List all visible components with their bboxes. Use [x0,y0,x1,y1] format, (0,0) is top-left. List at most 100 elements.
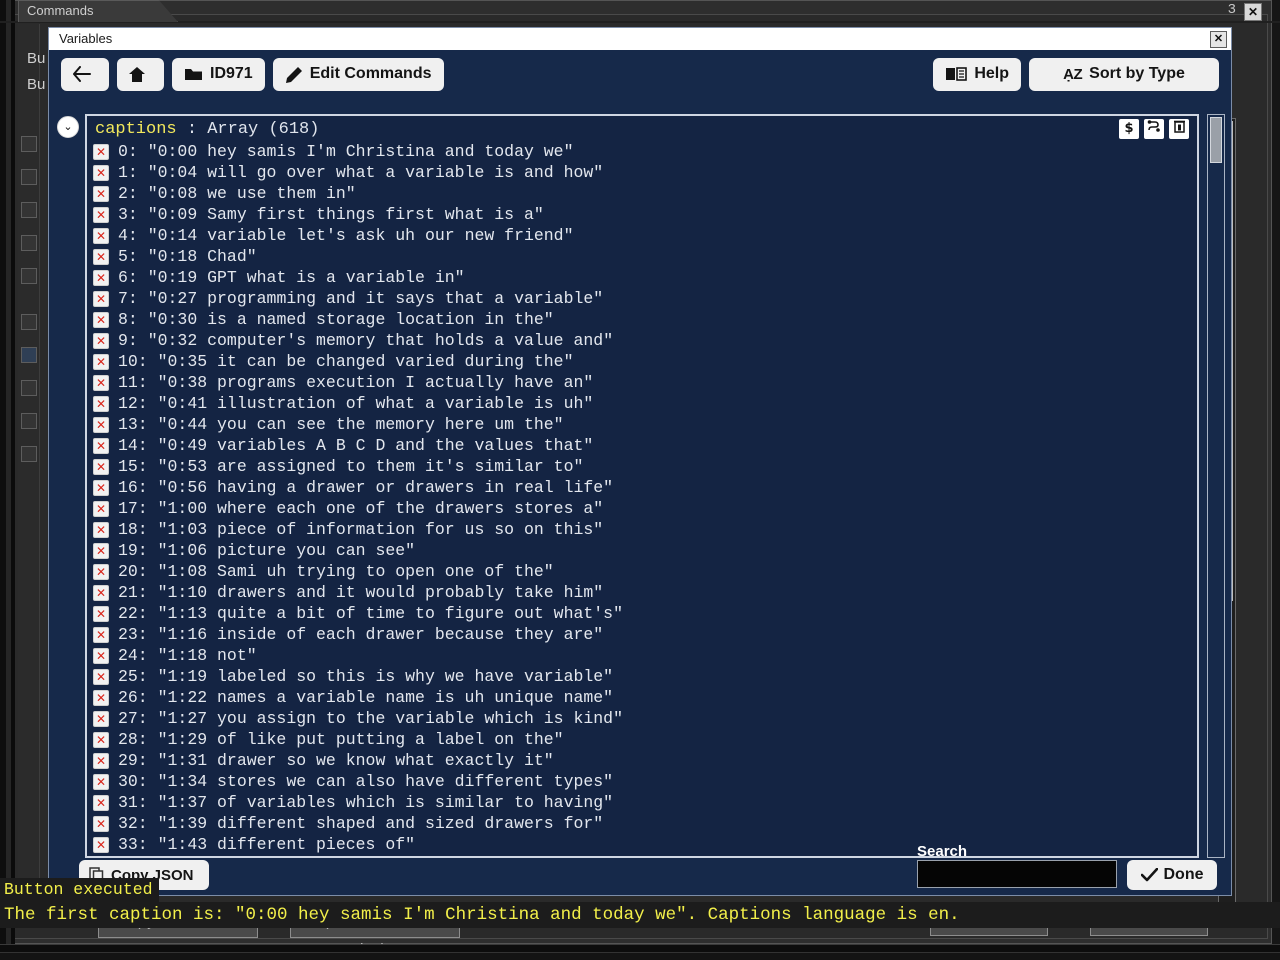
table-row[interactable]: ✕ 29: "1:31 drawer so we know what exactl… [93,750,1197,771]
help-button[interactable]: Help [933,57,1021,91]
delete-row-icon[interactable]: ✕ [93,353,109,370]
delete-row-icon[interactable]: ✕ [93,416,109,433]
delete-row-icon[interactable]: ✕ [93,311,109,328]
delete-row-icon[interactable]: ✕ [93,290,109,307]
delete-row-icon[interactable]: ✕ [93,248,109,265]
rail-icon-2[interactable] [21,169,37,185]
table-row[interactable]: ✕ 19: "1:06 picture you can see" [93,540,1197,561]
folder-button[interactable]: ID971 [172,57,265,91]
table-row[interactable]: ✕ 16: "0:56 having a drawer or drawers in… [93,477,1197,498]
table-row[interactable]: ✕ 4: "0:14 variable let's ask uh our new … [93,225,1197,246]
edit-commands-label: Edit Commands [309,65,432,82]
chevron-down-icon[interactable]: ⌄ [57,116,79,138]
row-text: "0:14 variable let's ask uh our new frie… [147,226,574,245]
delete-row-icon[interactable]: ✕ [93,584,109,601]
table-row[interactable]: ✕ 22: "1:13 quite a bit of time to figure… [93,603,1197,624]
rail-icon-5[interactable] [21,268,37,284]
rail-icon-3[interactable] [21,202,37,218]
delete-row-icon[interactable]: ✕ [93,206,109,223]
delete-row-icon[interactable]: ✕ [93,374,109,391]
table-row[interactable]: ✕ 17: "1:00 where each one of the drawers… [93,498,1197,519]
table-row[interactable]: ✕ 11: "0:38 programs execution I actually… [93,372,1197,393]
table-row[interactable]: ✕ 13: "0:44 you can see the memory here u… [93,414,1197,435]
table-row[interactable]: ✕ 20: "1:08 Sami uh trying to open one of… [93,561,1197,582]
table-row[interactable]: ✕ 10: "0:35 it can be changed varied duri… [93,351,1197,372]
delete-row-icon[interactable]: ✕ [93,500,109,517]
rail-icon-6[interactable] [21,314,37,330]
table-row[interactable]: ✕ 8: "0:30 is a named storage location in… [93,309,1197,330]
table-row[interactable]: ✕ 7: "0:27 programming and it says that a… [93,288,1197,309]
delete-row-icon[interactable]: ✕ [93,269,109,286]
table-row[interactable]: ✕ 2: "0:08 we use them in" [93,183,1197,204]
table-row[interactable]: ✕ 27: "1:27 you assign to the variable wh… [93,708,1197,729]
table-row[interactable]: ✕ 9: "0:32 computer's memory that holds a… [93,330,1197,351]
back-button[interactable] [61,57,109,91]
table-row[interactable]: ✕ 15: "0:53 are assigned to them it's sim… [93,456,1197,477]
rail-icon-10[interactable] [21,446,37,462]
home-button[interactable] [117,57,164,91]
window-close-button[interactable]: ✕ [1244,3,1262,21]
rail-icon-7[interactable] [21,347,37,363]
rail-icon-9[interactable] [21,413,37,429]
delete-row-icon[interactable]: ✕ [93,773,109,790]
delete-row-icon[interactable]: ✕ [93,836,109,853]
row-index: 24: [118,646,158,665]
delete-row-icon[interactable]: ✕ [93,458,109,475]
delete-row-icon[interactable]: ✕ [93,437,109,454]
dialog-scrollbar[interactable] [1207,114,1225,858]
table-row[interactable]: ✕ 12: "0:41 illustration of what a variab… [93,393,1197,414]
delete-row-icon[interactable]: ✕ [93,542,109,559]
table-row[interactable]: ✕ 30: "1:34 stores we can also have diffe… [93,771,1197,792]
table-row[interactable]: ✕ 26: "1:22 names a variable name is uh u… [93,687,1197,708]
rail-icon-4[interactable] [21,235,37,251]
edit-commands-button[interactable]: Edit Commands [272,57,444,91]
table-row[interactable]: ✕ 25: "1:19 labeled so this is why we hav… [93,666,1197,687]
delete-row-icon[interactable]: ✕ [93,794,109,811]
dollar-icon[interactable]: $ [1119,119,1139,139]
done-button[interactable]: Done [1127,860,1217,890]
rail-icon-8[interactable] [21,380,37,396]
dialog-close-button[interactable]: ✕ [1210,31,1227,48]
delete-row-icon[interactable]: ✕ [93,731,109,748]
book-icon [946,67,968,81]
rail-icon-1[interactable] [21,136,37,152]
delete-row-icon[interactable]: ✕ [93,479,109,496]
delete-row-icon[interactable]: ✕ [93,185,109,202]
table-row[interactable]: ✕ 31: "1:37 of variables which is similar… [93,792,1197,813]
delete-row-icon[interactable]: ✕ [93,332,109,349]
table-row[interactable]: ✕ 0: "0:00 hey samis I'm Christina and to… [93,141,1197,162]
delete-row-icon[interactable]: ✕ [93,605,109,622]
delete-row-icon[interactable]: ✕ [93,668,109,685]
trash-icon[interactable] [1169,119,1189,139]
delete-row-icon[interactable]: ✕ [93,710,109,727]
delete-row-icon[interactable]: ✕ [93,227,109,244]
table-row[interactable]: ✕ 24: "1:18 not" [93,645,1197,666]
node-path-icon[interactable] [1144,119,1164,139]
delete-row-icon[interactable]: ✕ [93,752,109,769]
delete-row-icon[interactable]: ✕ [93,647,109,664]
delete-row-icon[interactable]: ✕ [93,815,109,832]
table-row[interactable]: ✕ 33: "1:43 different pieces of" [93,834,1197,855]
table-row[interactable]: ✕ 32: "1:39 different shaped and sized dr… [93,813,1197,834]
table-row[interactable]: ✕ 28: "1:29 of like put putting a label o… [93,729,1197,750]
table-row[interactable]: ✕ 5: "0:18 Chad" [93,246,1197,267]
delete-row-icon[interactable]: ✕ [93,395,109,412]
dialog-scrollbar-thumb[interactable] [1210,117,1222,163]
table-row[interactable]: ✕ 14: "0:49 variables A B C D and the val… [93,435,1197,456]
sort-by-type-button[interactable]: ẠZ Sort by Type [1029,57,1219,91]
row-index: 21: [118,583,158,602]
table-row[interactable]: ✕ 23: "1:16 inside of each drawer because… [93,624,1197,645]
table-row[interactable]: ✕ 21: "1:10 drawers and it would probably… [93,582,1197,603]
delete-row-icon[interactable]: ✕ [93,521,109,538]
delete-row-icon[interactable]: ✕ [93,689,109,706]
search-input[interactable] [917,860,1117,888]
table-row[interactable]: ✕ 3: "0:09 Samy first things first what i… [93,204,1197,225]
delete-row-icon[interactable]: ✕ [93,563,109,580]
table-row[interactable]: ✕ 1: "0:04 will go over what a variable i… [93,162,1197,183]
delete-row-icon[interactable]: ✕ [93,143,109,160]
tab-commands[interactable]: Commands [18,0,178,22]
delete-row-icon[interactable]: ✕ [93,626,109,643]
table-row[interactable]: ✕ 18: "1:03 piece of information for us s… [93,519,1197,540]
delete-row-icon[interactable]: ✕ [93,164,109,181]
table-row[interactable]: ✕ 6: "0:19 GPT what is a variable in" [93,267,1197,288]
